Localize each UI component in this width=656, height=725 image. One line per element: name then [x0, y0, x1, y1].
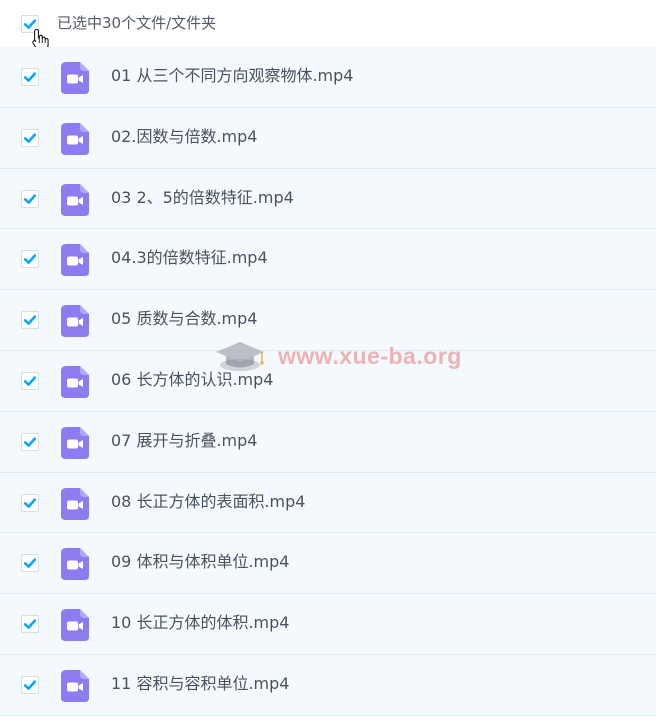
file-row[interactable]: 10 长正方体的体积.mp4 — [0, 594, 656, 655]
file-row[interactable]: 09 体积与体积单位.mp4 — [0, 533, 656, 595]
checkmark-icon — [23, 558, 37, 569]
video-file-icon — [61, 609, 89, 642]
file-row[interactable]: 02.因数与倍数.mp4 — [0, 107, 656, 169]
file-checkbox[interactable] — [21, 189, 39, 208]
file-name[interactable]: 06 长方体的认识.mp4 — [111, 369, 273, 391]
file-list: 01 从三个不同方向观察物体.mp4 02.因数与倍数.mp4 03 2、5的倍数特… — [0, 47, 656, 716]
video-file-icon — [61, 365, 89, 398]
file-checkbox[interactable] — [21, 432, 39, 451]
checkmark-icon — [23, 315, 37, 326]
video-file-icon — [61, 487, 89, 520]
file-list-page: 已选中30个文件/文件夹 01 从三个不同方向观察物体.mp4 02.因数与倍数.… — [0, 0, 656, 725]
file-name[interactable]: 09 体积与体积单位.mp4 — [111, 551, 289, 573]
checkmark-icon — [23, 376, 37, 386]
video-file-icon — [61, 305, 89, 338]
file-checkbox[interactable] — [21, 128, 39, 147]
file-row[interactable]: 08 长正方体的表面积.mp4 — [0, 472, 656, 534]
file-name[interactable]: 04.3的倍数特征.mp4 — [111, 247, 268, 269]
checkmark-icon — [23, 619, 37, 630]
file-checkbox[interactable] — [21, 554, 39, 573]
file-row[interactable]: 11 容积与容积单位.mp4 — [0, 654, 656, 716]
file-checkbox[interactable] — [21, 371, 39, 390]
file-row[interactable]: 06 长方体的认识.mp4 — [0, 350, 656, 412]
file-checkbox[interactable] — [21, 311, 39, 330]
file-checkbox[interactable] — [21, 250, 39, 269]
video-file-icon — [61, 426, 89, 459]
file-checkbox[interactable] — [21, 675, 39, 694]
file-name[interactable]: 01 从三个不同方向观察物体.mp4 — [111, 65, 353, 87]
file-name[interactable]: 10 长正方体的体积.mp4 — [111, 612, 289, 634]
file-name[interactable]: 07 展开与折叠.mp4 — [111, 430, 257, 452]
file-checkbox[interactable] — [21, 493, 39, 512]
file-row[interactable]: 03 2、5的倍数特征.mp4 — [0, 168, 656, 230]
checkmark-icon — [23, 497, 37, 508]
video-file-icon — [61, 183, 89, 216]
video-file-icon — [61, 244, 89, 277]
checkmark-icon — [23, 193, 37, 204]
checkmark-icon — [23, 72, 37, 82]
video-file-icon — [61, 548, 89, 581]
file-name[interactable]: 11 容积与容积单位.mp4 — [111, 673, 289, 695]
selection-count-label: 已选中30个文件/文件夹 — [57, 14, 217, 32]
video-file-icon — [61, 122, 89, 155]
file-checkbox[interactable] — [21, 615, 39, 634]
file-checkbox[interactable] — [21, 68, 39, 86]
file-row[interactable]: 01 从三个不同方向观察物体.mp4 — [0, 47, 656, 108]
file-name[interactable]: 08 长正方体的表面积.mp4 — [111, 491, 305, 513]
file-name[interactable]: 05 质数与合数.mp4 — [111, 308, 257, 330]
file-name[interactable]: 02.因数与倍数.mp4 — [111, 126, 257, 148]
video-file-icon — [61, 669, 89, 702]
file-row[interactable]: 07 展开与折叠.mp4 — [0, 411, 656, 473]
checkmark-icon — [23, 437, 37, 447]
checkmark-icon — [23, 680, 37, 690]
file-row[interactable]: 05 质数与合数.mp4 — [0, 290, 656, 351]
checkmark-icon — [23, 133, 37, 143]
file-name[interactable]: 03 2、5的倍数特征.mp4 — [111, 187, 294, 209]
checkmark-icon — [23, 254, 37, 265]
file-row[interactable]: 04.3的倍数特征.mp4 — [0, 229, 656, 291]
video-file-icon — [61, 62, 89, 94]
selection-header: 已选中30个文件/文件夹 — [0, 0, 656, 52]
